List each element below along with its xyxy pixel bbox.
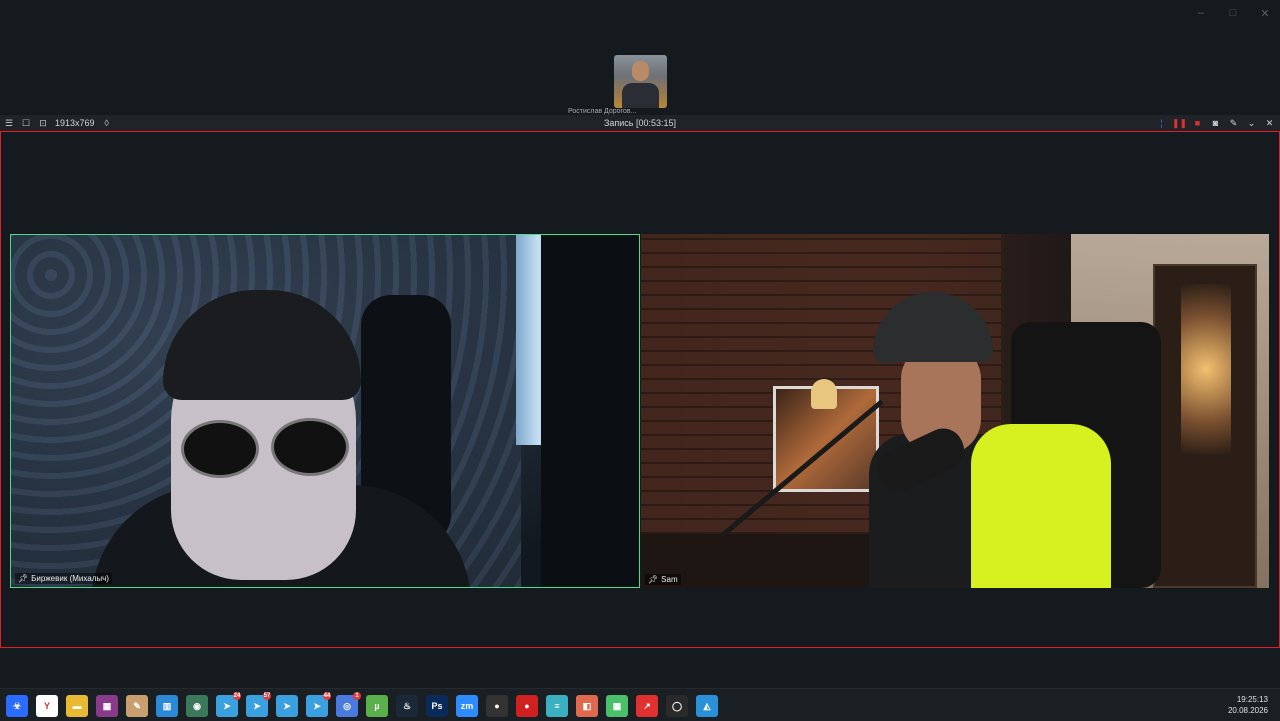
- yandex-browser-icon[interactable]: Y: [36, 695, 58, 717]
- zoom-icon-glyph: zm: [460, 701, 474, 711]
- telegram-icon[interactable]: ➤ 57: [246, 692, 271, 717]
- participant-thumbnail[interactable]: [614, 55, 667, 108]
- photoshop-icon[interactable]: Ps: [426, 695, 448, 717]
- telegram-icon-glyph: ➤: [223, 700, 231, 711]
- draw-icon[interactable]: ✎: [1228, 118, 1239, 129]
- system-clock[interactable]: 19:25:13 20.08.2026: [1228, 694, 1268, 716]
- region-icon[interactable]: ☐: [21, 118, 31, 128]
- github-icon-glyph: ◯: [671, 700, 683, 711]
- taskbar-apps: ☣ Y ▬ ▦ ✎ ▥ ◉ ➤ 24 ➤ 57 ➤ ➤ 44 ◎ 1 µ ♨ Ps zm ● ● ≡ ◧ ▦ ↗ ◯ ◭: [6, 692, 718, 719]
- collapse-icon[interactable]: ⌄: [1246, 118, 1257, 129]
- participant-name-tag: 📌︎ Биржевик (Михалыч): [15, 573, 112, 584]
- app-icon[interactable]: ◧: [576, 695, 598, 717]
- winrar-icon-glyph: ▦: [102, 700, 112, 711]
- resolution-label: 1913x769: [55, 118, 95, 128]
- chrome-icon-glyph: ◎: [343, 700, 351, 711]
- lamp: [811, 379, 837, 409]
- clock-time: 19:25:13: [1236, 695, 1268, 704]
- participant-name-tag: 📌︎ Sam: [645, 574, 681, 585]
- utorrent-icon-glyph: µ: [374, 701, 380, 711]
- thumbnail-body: [622, 83, 659, 108]
- zoom-region-icon[interactable]: ⊡: [38, 118, 48, 128]
- utorrent-icon[interactable]: µ: [366, 695, 388, 717]
- minimize-button[interactable]: –: [1194, 6, 1208, 20]
- pen-icon[interactable]: ✎: [126, 695, 148, 717]
- notification-badge: 44: [323, 692, 331, 700]
- steam-icon[interactable]: ♨: [396, 695, 418, 717]
- obs-icon-glyph: ●: [494, 701, 500, 711]
- folder-icon[interactable]: ▬: [66, 695, 88, 717]
- telegram-icon[interactable]: ➤: [276, 695, 298, 717]
- participant-video-left[interactable]: 📌︎ Биржевик (Михалыч): [10, 234, 640, 588]
- sunglasses-left-lens: [181, 420, 259, 478]
- telegram-icon-glyph: ➤: [253, 700, 261, 711]
- arrow-icon[interactable]: ↗: [636, 695, 658, 717]
- participant-video-right[interactable]: 📌︎ Sam: [641, 234, 1269, 588]
- biohazard-icon-glyph: ☣: [12, 700, 22, 711]
- window-controls: – □ ✕: [1194, 6, 1272, 20]
- telegram-icon[interactable]: ➤ 24: [216, 692, 241, 717]
- notes-icon-glyph: ≡: [554, 701, 560, 711]
- notes-icon[interactable]: ≡: [546, 695, 568, 717]
- table-icon[interactable]: ▦: [606, 695, 628, 717]
- drop-icon[interactable]: ◊: [102, 118, 112, 128]
- pin-icon: 📌︎: [18, 574, 29, 583]
- pin-icon: 📌︎: [648, 575, 659, 584]
- store-icon-glyph: ▥: [162, 700, 172, 711]
- record-icon[interactable]: ●: [516, 695, 538, 717]
- paint-icon-glyph: ◭: [703, 700, 711, 711]
- store-icon[interactable]: ▥: [156, 695, 178, 717]
- recorder-toolbar: Запись [00:53:15] ☰ ☐ ⊡ 1913x769 ◊ ¦ ❚❚ …: [0, 115, 1280, 131]
- notification-badge: 24: [233, 692, 241, 700]
- recording-title: Запись [00:53:15]: [603, 118, 677, 128]
- biohazard-icon[interactable]: ☣: [6, 695, 28, 717]
- pen-icon-glyph: ✎: [133, 700, 141, 711]
- yandex-browser-icon-glyph: Y: [43, 701, 50, 711]
- chrome-icon[interactable]: ◎ 1: [336, 692, 361, 717]
- steam-icon-glyph: ♨: [402, 700, 412, 711]
- telegram-icon[interactable]: ➤ 44: [306, 692, 331, 717]
- taskbar: ☣ Y ▬ ▦ ✎ ▥ ◉ ➤ 24 ➤ 57 ➤ ➤ 44 ◎ 1 µ ♨ Ps zm ● ● ≡ ◧ ▦ ↗ ◯ ◭ 19:25:…: [0, 688, 1280, 721]
- menu-icon[interactable]: ☰: [4, 118, 14, 128]
- app-icon-glyph: ◧: [582, 700, 592, 711]
- arrow-icon-glyph: ↗: [643, 700, 651, 711]
- participant-name: Sam: [661, 575, 678, 584]
- dark-background: [541, 235, 639, 587]
- close-button[interactable]: ✕: [1258, 6, 1272, 20]
- pause-icon[interactable]: ❚❚: [1172, 118, 1187, 129]
- audio-level-icon: ¦: [1160, 118, 1163, 128]
- thumbnail-head: [632, 61, 649, 81]
- telegram-icon-glyph: ➤: [283, 700, 291, 711]
- telegram-icon-glyph: ➤: [313, 700, 321, 711]
- participant-name: Биржевик (Михалыч): [31, 574, 109, 583]
- table-icon-glyph: ▦: [612, 700, 622, 711]
- folder-icon-glyph: ▬: [72, 701, 82, 711]
- obs-icon[interactable]: ●: [486, 695, 508, 717]
- stop-icon[interactable]: ■: [1192, 118, 1203, 129]
- photoshop-icon-glyph: Ps: [431, 701, 443, 711]
- cabinet-light: [1181, 284, 1231, 454]
- globe-icon-glyph: ◉: [193, 700, 201, 711]
- notification-badge: 57: [263, 692, 271, 700]
- maximize-button[interactable]: □: [1226, 6, 1240, 20]
- sunglasses-right-lens: [271, 418, 349, 476]
- winrar-icon[interactable]: ▦: [96, 695, 118, 717]
- record-icon-glyph: ●: [524, 701, 530, 711]
- person-jacket: [971, 424, 1111, 588]
- paint-icon[interactable]: ◭: [696, 695, 718, 717]
- zoom-icon[interactable]: zm: [456, 695, 478, 717]
- notification-badge: 1: [353, 692, 361, 700]
- camera-icon[interactable]: ◙: [1210, 118, 1221, 129]
- close-recorder-icon[interactable]: ✕: [1264, 118, 1275, 129]
- clock-date: 20.08.2026: [1227, 706, 1268, 715]
- globe-icon[interactable]: ◉: [186, 695, 208, 717]
- github-icon[interactable]: ◯: [666, 695, 688, 717]
